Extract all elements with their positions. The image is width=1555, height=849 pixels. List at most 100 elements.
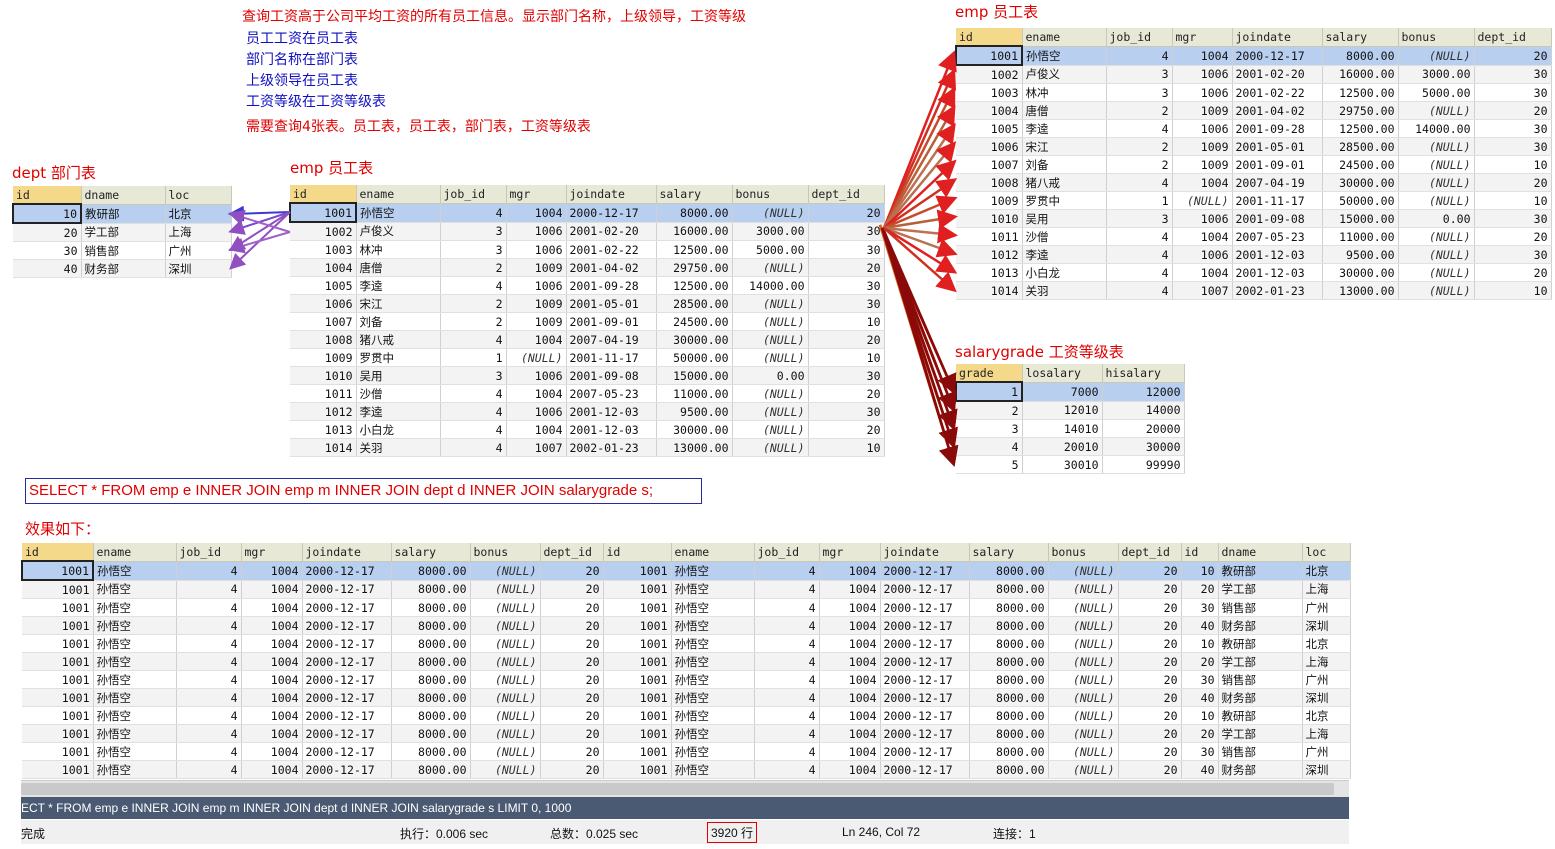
- result-cell[interactable]: 1004: [819, 706, 881, 725]
- result-row[interactable]: 1001 孙悟空 4 1004 2000-12-17 8000.00 (NULL) 20 100…: [22, 688, 1351, 707]
- result-cell[interactable]: 4: [176, 652, 242, 671]
- result-cell[interactable]: 孙悟空: [671, 561, 755, 581]
- result-cell[interactable]: (NULL): [470, 652, 541, 671]
- result-cell[interactable]: (NULL): [470, 688, 541, 707]
- result-cell[interactable]: 2000-12-17: [302, 561, 392, 581]
- result-cell[interactable]: 4: [176, 688, 242, 707]
- result-row[interactable]: 1001 孙悟空 4 1004 2000-12-17 8000.00 (NULL) 20 100…: [22, 634, 1351, 653]
- result-cell[interactable]: 1004: [819, 760, 881, 779]
- result-cell[interactable]: (NULL): [470, 706, 541, 725]
- result-cell[interactable]: 4: [176, 724, 242, 743]
- result-cell[interactable]: 北京: [1302, 561, 1351, 581]
- result-col-header[interactable]: joindate: [302, 543, 392, 562]
- result-cell[interactable]: 20: [1118, 688, 1182, 707]
- result-cell[interactable]: 孙悟空: [671, 706, 755, 725]
- result-cell[interactable]: 20: [540, 706, 604, 725]
- result-col-header[interactable]: joindate: [880, 543, 970, 562]
- result-cell[interactable]: 8000.00: [969, 688, 1049, 707]
- result-cell[interactable]: 2000-12-17: [880, 616, 970, 635]
- result-cell[interactable]: 20: [1181, 724, 1219, 743]
- result-cell[interactable]: 30: [1181, 598, 1219, 617]
- result-cell[interactable]: 2000-12-17: [880, 598, 970, 617]
- result-cell[interactable]: 1001: [22, 634, 94, 653]
- result-cell[interactable]: 20: [540, 616, 604, 635]
- result-cell[interactable]: 1001: [603, 688, 672, 707]
- result-cell[interactable]: 8000.00: [969, 706, 1049, 725]
- result-cell[interactable]: 1004: [819, 634, 881, 653]
- result-cell[interactable]: 北京: [1302, 706, 1351, 725]
- result-cell[interactable]: 4: [176, 742, 242, 761]
- result-cell[interactable]: 孙悟空: [93, 724, 177, 743]
- result-cell[interactable]: 广州: [1302, 598, 1351, 617]
- result-cell[interactable]: 1004: [241, 688, 303, 707]
- result-cell[interactable]: (NULL): [470, 760, 541, 779]
- result-row[interactable]: 1001 孙悟空 4 1004 2000-12-17 8000.00 (NULL) 20 100…: [22, 760, 1351, 779]
- result-cell[interactable]: 2000-12-17: [302, 706, 392, 725]
- result-cell[interactable]: 8000.00: [391, 760, 471, 779]
- result-col-header[interactable]: id: [1181, 543, 1219, 562]
- result-cell[interactable]: 2000-12-17: [880, 580, 970, 599]
- result-cell[interactable]: 孙悟空: [671, 688, 755, 707]
- result-cell[interactable]: (NULL): [1048, 706, 1119, 725]
- result-cell[interactable]: 孙悟空: [93, 688, 177, 707]
- result-cell[interactable]: 1004: [241, 598, 303, 617]
- result-col-header[interactable]: ename: [671, 543, 755, 562]
- result-cell[interactable]: 1001: [603, 670, 672, 689]
- result-cell[interactable]: 2000-12-17: [302, 634, 392, 653]
- result-cell[interactable]: 广州: [1302, 670, 1351, 689]
- result-cell[interactable]: 上海: [1302, 652, 1351, 671]
- result-row[interactable]: 1001 孙悟空 4 1004 2000-12-17 8000.00 (NULL) 20 100…: [22, 724, 1351, 743]
- result-cell[interactable]: 1004: [819, 580, 881, 599]
- result-cell[interactable]: 10: [1181, 561, 1219, 581]
- result-cell[interactable]: 2000-12-17: [302, 760, 392, 779]
- result-row[interactable]: 1001 孙悟空 4 1004 2000-12-17 8000.00 (NULL) 20 100…: [22, 580, 1351, 599]
- result-cell[interactable]: 4: [176, 760, 242, 779]
- result-cell[interactable]: 2000-12-17: [880, 688, 970, 707]
- result-cell[interactable]: (NULL): [1048, 652, 1119, 671]
- result-cell[interactable]: 20: [1118, 561, 1182, 581]
- result-cell[interactable]: 孙悟空: [93, 598, 177, 617]
- result-cell[interactable]: 教研部: [1218, 634, 1303, 653]
- result-col-header[interactable]: dname: [1218, 543, 1303, 562]
- result-cell[interactable]: 1004: [241, 634, 303, 653]
- result-cell[interactable]: 20: [1118, 760, 1182, 779]
- sql-query-box[interactable]: SELECT * FROM emp e INNER JOIN emp m INN…: [25, 478, 702, 504]
- result-col-header[interactable]: job_id: [176, 543, 242, 562]
- result-cell[interactable]: 8000.00: [969, 760, 1049, 779]
- result-cell[interactable]: 4: [754, 580, 820, 599]
- result-col-header[interactable]: id: [22, 543, 94, 562]
- result-cell[interactable]: 2000-12-17: [302, 652, 392, 671]
- result-cell[interactable]: 1001: [603, 561, 672, 581]
- result-cell[interactable]: 广州: [1302, 742, 1351, 761]
- result-col-header[interactable]: bonus: [1048, 543, 1119, 562]
- result-cell[interactable]: 2000-12-17: [302, 724, 392, 743]
- result-cell[interactable]: 孙悟空: [93, 616, 177, 635]
- result-cell[interactable]: 孙悟空: [93, 670, 177, 689]
- result-col-header[interactable]: id: [603, 543, 672, 562]
- result-row[interactable]: 1001 孙悟空 4 1004 2000-12-17 8000.00 (NULL) 20 100…: [22, 598, 1351, 617]
- result-cell[interactable]: 1001: [22, 706, 94, 725]
- result-cell[interactable]: 1001: [603, 580, 672, 599]
- result-cell[interactable]: 20: [1118, 706, 1182, 725]
- result-cell[interactable]: 2000-12-17: [880, 724, 970, 743]
- result-cell[interactable]: 4: [754, 634, 820, 653]
- result-col-header[interactable]: job_id: [754, 543, 820, 562]
- result-row[interactable]: 1001 孙悟空 4 1004 2000-12-17 8000.00 (NULL) 20 100…: [22, 652, 1351, 671]
- result-cell[interactable]: 1001: [603, 760, 672, 779]
- result-cell[interactable]: 1001: [22, 598, 94, 617]
- result-cell[interactable]: 20: [1118, 652, 1182, 671]
- result-cell[interactable]: 20: [1118, 580, 1182, 599]
- result-cell[interactable]: 孙悟空: [671, 580, 755, 599]
- result-cell[interactable]: 孙悟空: [671, 634, 755, 653]
- result-cell[interactable]: 2000-12-17: [302, 742, 392, 761]
- scrollbar-thumb[interactable]: [21, 783, 1334, 795]
- result-cell[interactable]: 1001: [21, 560, 94, 581]
- result-cell[interactable]: 20: [540, 670, 604, 689]
- result-cell[interactable]: (NULL): [470, 670, 541, 689]
- result-cell[interactable]: 8000.00: [969, 634, 1049, 653]
- result-cell[interactable]: 2000-12-17: [302, 670, 392, 689]
- result-cell[interactable]: 1004: [241, 742, 303, 761]
- result-cell[interactable]: (NULL): [1048, 742, 1119, 761]
- result-cell[interactable]: (NULL): [1048, 688, 1119, 707]
- result-cell[interactable]: 上海: [1302, 724, 1351, 743]
